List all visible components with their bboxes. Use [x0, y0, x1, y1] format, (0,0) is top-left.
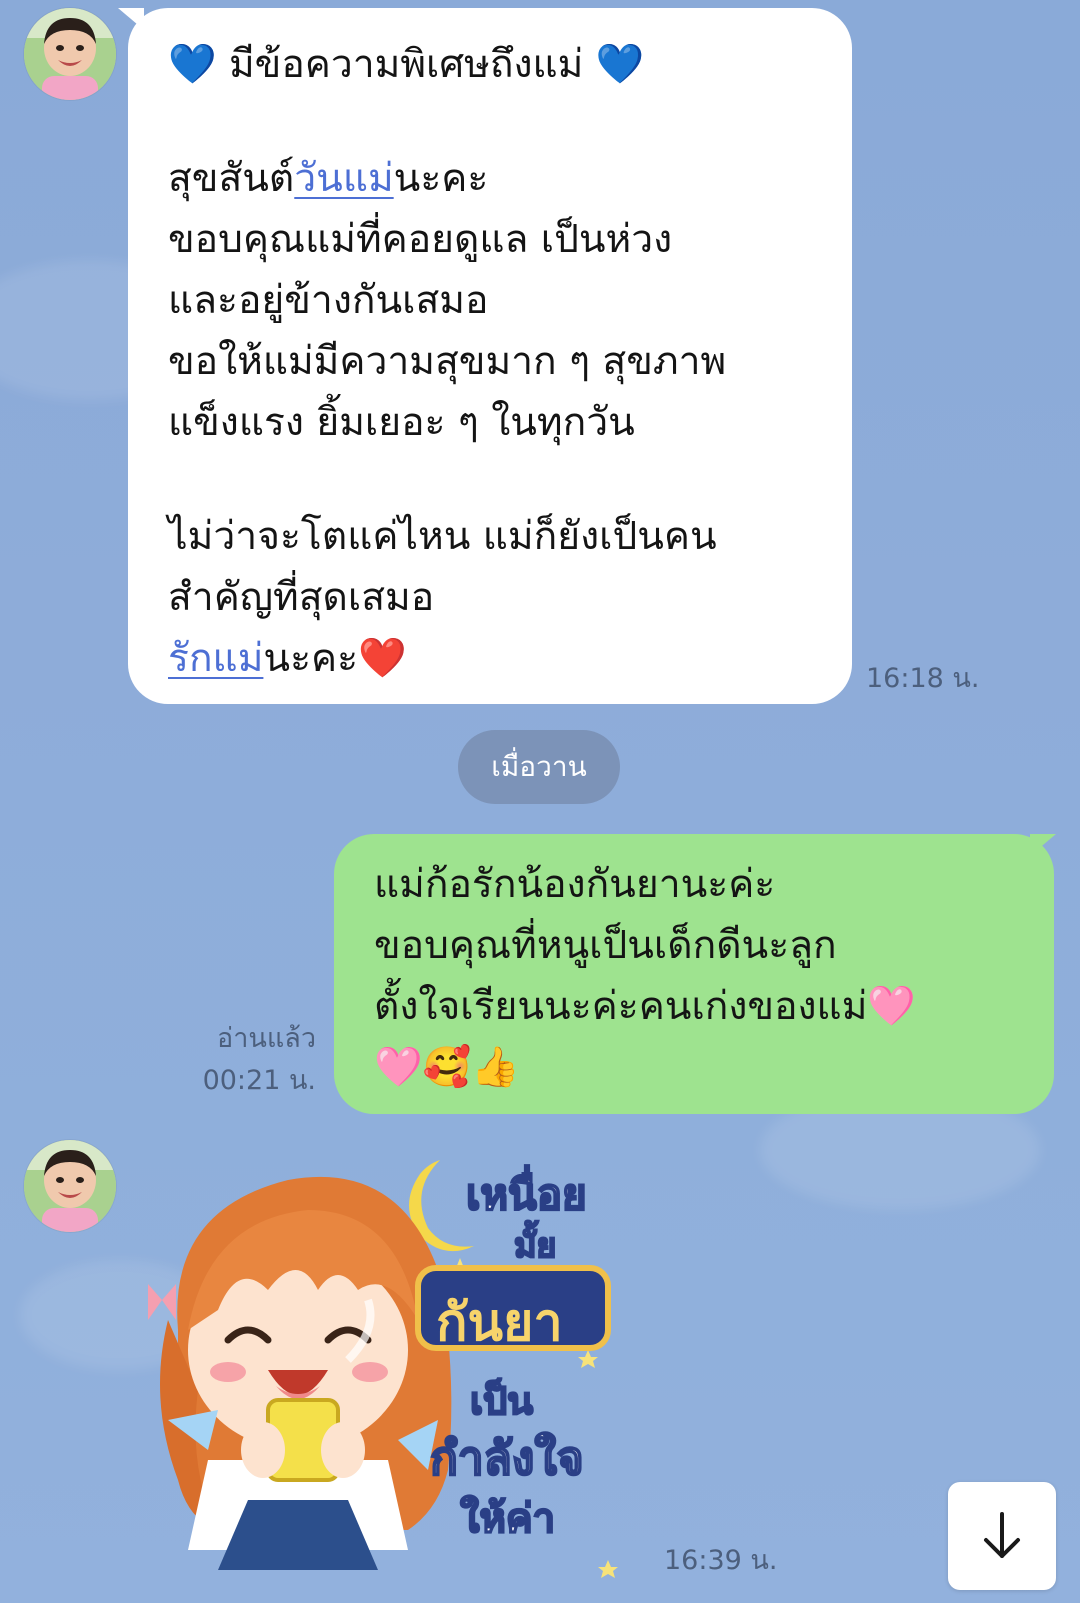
arrow-down-icon — [984, 1512, 1020, 1558]
hashtag-link-mothers-day[interactable]: วันแม่ — [294, 156, 393, 201]
message-line: สำคัญที่สุดเสมอ — [168, 575, 435, 620]
message-text: นะคะ — [393, 156, 489, 201]
message-line: สุขสันต์วันแม่นะคะ — [168, 148, 816, 209]
contact-avatar[interactable] — [24, 1140, 116, 1232]
scroll-to-bottom-button[interactable] — [948, 1482, 1056, 1590]
message-line: รักแม่นะคะ❤️ — [168, 628, 816, 689]
bubble-tail — [118, 8, 144, 30]
avatar-image — [24, 1140, 116, 1232]
message-line: ขอให้แม่มีความสุขมาก ๆ สุขภาพ — [168, 339, 727, 384]
date-separator: เมื่อวาน — [458, 730, 620, 804]
message-line: ตั้งใจเรียนนะค่ะคนเก่งของแม่🩷 — [374, 984, 916, 1029]
read-receipt: อ่านแล้ว 00:21 น. — [180, 1018, 316, 1102]
sticker-message[interactable]: เหนื่อย มั้ย กันยา เป็น กำลังใจ ให้ค่า — [148, 1150, 648, 1590]
incoming-message-bubble[interactable]: 💙 มีข้อความพิเศษถึงแม่ 💙 สุขสันต์วันแม่น… — [128, 8, 852, 704]
message-line: 💙 มีข้อความพิเศษถึงแม่ 💙 — [168, 42, 645, 87]
message-line: และอยู่ข้างกันเสมอ — [168, 278, 489, 323]
message-line: ไม่ว่าจะโตแค่ไหน แม่ก็ยังเป็นคน — [168, 514, 717, 559]
message-line: แข็งแรง ยิ้มเยอะ ๆ ในทุกวัน — [168, 400, 635, 445]
message-timestamp: 16:39 น. — [664, 1545, 778, 1576]
message-line: ขอบคุณที่หนูเป็นเด็กดีนะลูก — [374, 923, 837, 968]
hashtag-link-love-mom[interactable]: รักแม่ — [168, 636, 263, 681]
message-text: สุขสันต์ — [168, 156, 295, 201]
sticker-caption: ให้ค่า — [459, 1495, 556, 1543]
avatar-image — [24, 8, 116, 100]
read-status: อ่านแล้ว — [217, 1023, 316, 1054]
message-line: ขอบคุณแม่ที่คอยดูแล เป็นห่วง — [168, 217, 673, 262]
outgoing-message-bubble[interactable]: แม่ก้อรักน้องกันยานะค่ะ ขอบคุณที่หนูเป็น… — [334, 834, 1054, 1114]
sticker-caption: มั้ย — [513, 1225, 557, 1267]
message-text: นะคะ❤️ — [263, 636, 407, 681]
message-timestamp: 16:18 น. — [866, 663, 980, 694]
message-timestamp: 00:21 น. — [202, 1065, 316, 1096]
sticker-caption: กันยา — [436, 1293, 563, 1353]
message-line: 🩷🥰👍 — [374, 1045, 520, 1090]
contact-avatar[interactable] — [24, 8, 116, 100]
sticker-caption: กำลังใจ — [429, 1430, 585, 1486]
message-line: แม่ก้อรักน้องกันยานะค่ะ — [374, 862, 776, 907]
bubble-tail — [1030, 834, 1056, 856]
